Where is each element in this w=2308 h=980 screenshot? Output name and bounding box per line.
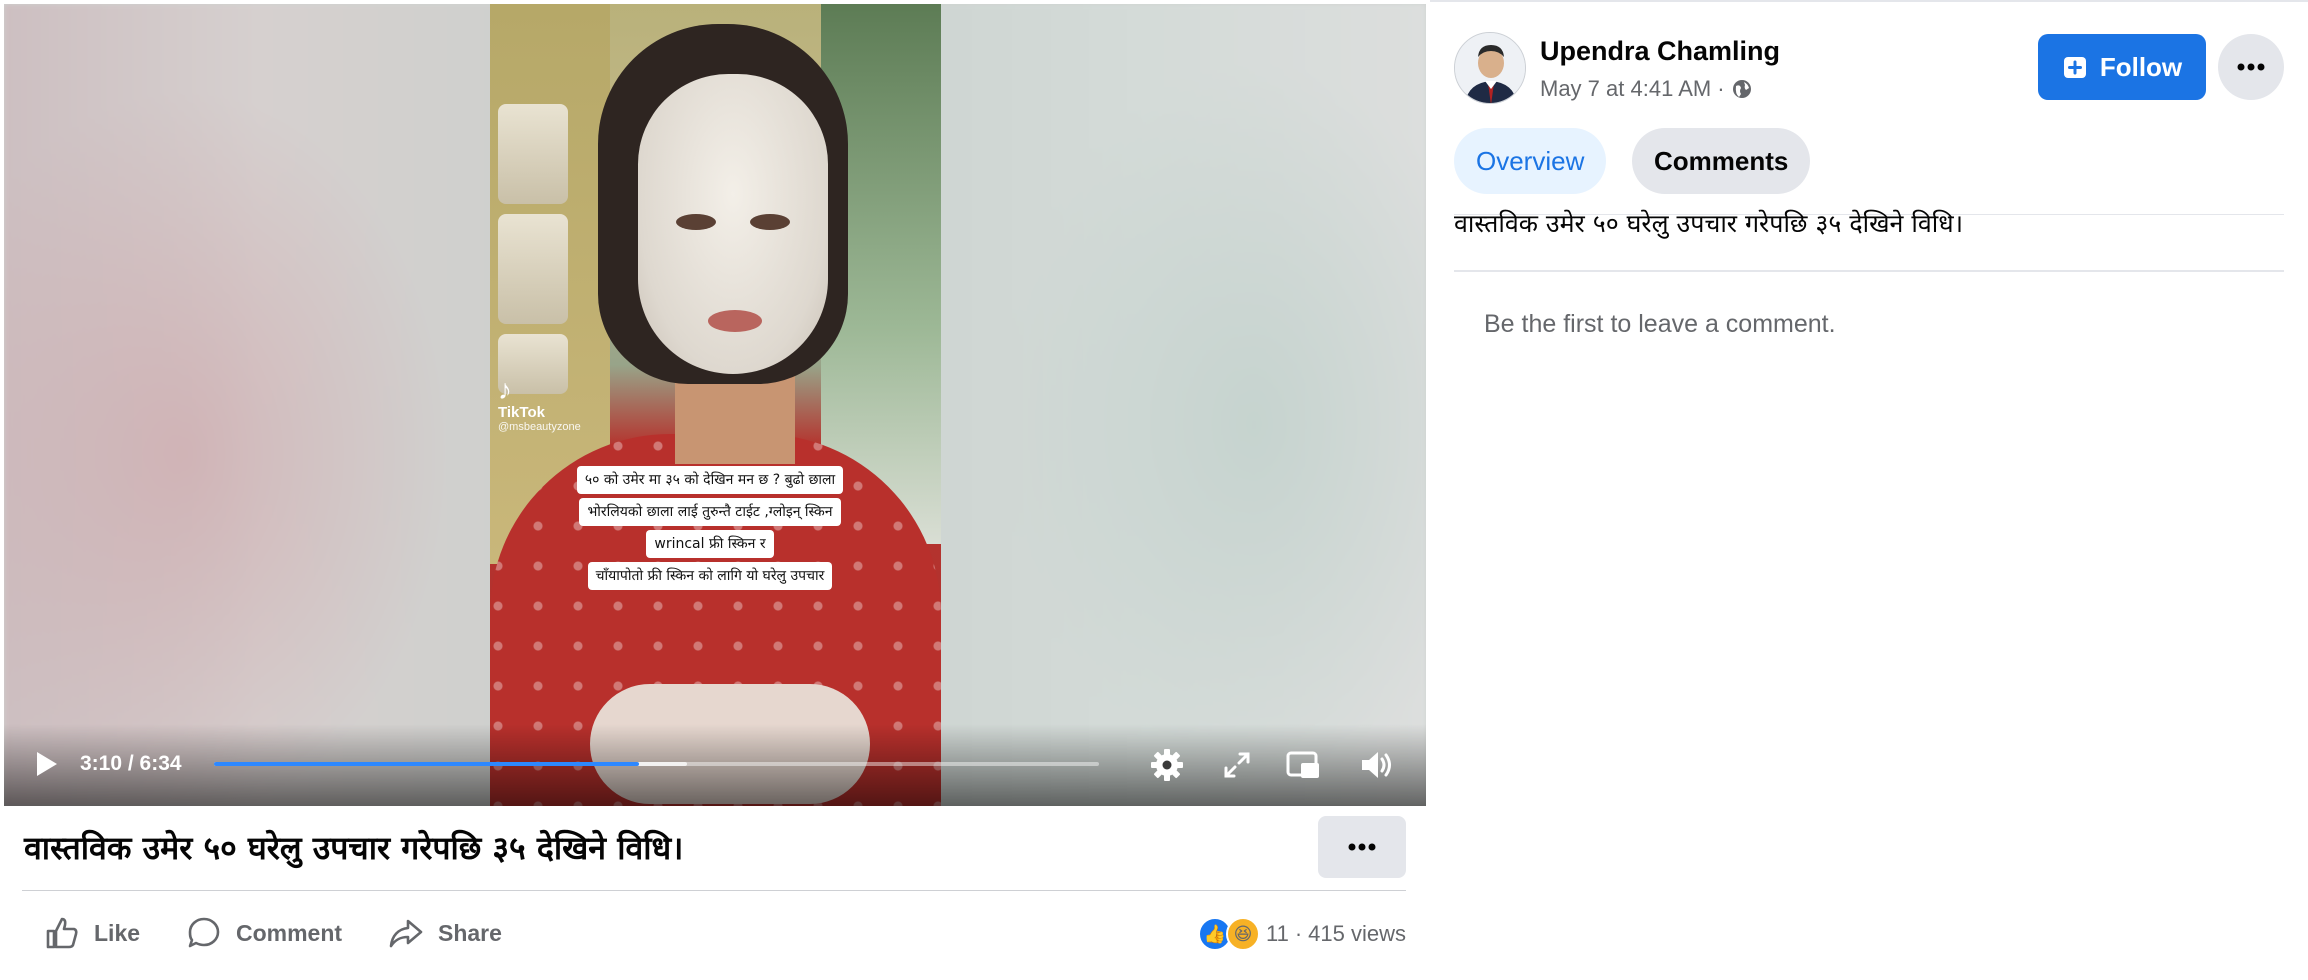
avatar-image <box>1455 33 1525 103</box>
video-scene-mouth <box>708 310 762 332</box>
video-player[interactable]: ♪ TikTok @msbeautyzone ५० को उमेर मा ३५ … <box>4 4 1426 806</box>
tab-overview[interactable]: Overview <box>1454 128 1607 194</box>
tab-overview-label: Overview <box>1476 145 1585 176</box>
comment-label: Comment <box>236 919 343 946</box>
play-icon <box>37 752 57 776</box>
author-name[interactable]: Upendra Chamling <box>1540 36 1780 67</box>
post-action-bar: Like Comment Share 👍 😆 11 · 415 views <box>22 900 1406 966</box>
video-scene-jar <box>498 104 568 204</box>
share-label: Share <box>438 919 502 946</box>
video-scene-jar <box>498 214 568 324</box>
like-label: Like <box>94 919 141 946</box>
like-icon <box>46 917 78 949</box>
tiktok-icon: ♪ <box>498 374 512 405</box>
video-caption-line: भोरलियको छाला लाई तुरुन्तै टाईट ,ग्लोइन्… <box>579 498 841 526</box>
post-divider <box>22 890 1406 891</box>
follow-button[interactable]: Follow <box>2038 34 2206 100</box>
more-icon <box>2237 63 2265 71</box>
comments-divider <box>1454 270 2284 272</box>
stats-separator: · <box>1294 921 1303 946</box>
video-title: वास्तविक उमेर ५० घरेलु उपचार गरेपछि ३५ द… <box>24 829 684 867</box>
post-timestamp[interactable]: May 7 at 4:41 AM <box>1540 76 1711 102</box>
post-meta: May 7 at 4:41 AM · <box>1540 76 1753 102</box>
post-more-button[interactable] <box>1318 816 1406 878</box>
video-caption-line: ५० को उमेर मा ३५ को देखिन मन छ ? बुढो छा… <box>576 466 844 494</box>
post-side-panel: Upendra Chamling May 7 at 4:41 AM · Foll… <box>1430 0 2308 980</box>
like-button[interactable]: Like <box>44 900 140 966</box>
tiktok-handle: @msbeautyzone <box>498 421 581 433</box>
fullscreen-button[interactable] <box>1218 746 1256 784</box>
video-progress-bar[interactable] <box>214 762 1099 766</box>
meta-separator: · <box>1717 76 1725 101</box>
miniplayer-button[interactable] <box>1284 746 1322 784</box>
view-count: 415 views <box>1308 921 1406 946</box>
comment-icon <box>188 917 220 948</box>
reactions-summary[interactable]: 👍 😆 11 · 415 views <box>1197 914 1406 954</box>
video-caption-line: चाँयापोतो फ्री स्किन को लागि यो घरेलु उप… <box>587 562 833 590</box>
haha-reaction-icon: 😆 <box>1225 917 1260 951</box>
settings-icon <box>1151 749 1183 781</box>
video-time-display: 3:10 / 6:34 <box>80 752 182 775</box>
video-frame-content: ♪ TikTok @msbeautyzone ५० को उमेर मा ३५ … <box>490 4 941 806</box>
settings-button[interactable] <box>1148 746 1186 784</box>
video-controls-bar: 3:10 / 6:34 <box>4 724 1426 806</box>
post-description: वास्तविक उमेर ५० घरेलु उपचार गरेपछि ३५ द… <box>1454 209 1964 238</box>
fullscreen-icon <box>1224 752 1250 778</box>
miniplayer-icon <box>1286 751 1319 778</box>
volume-button[interactable] <box>1358 746 1396 784</box>
tab-comments-label: Comments <box>1654 145 1789 176</box>
video-progress-played <box>214 762 639 766</box>
post-title-row: वास्तविक उमेर ५० घरेलु उपचार गरेपछि ३५ द… <box>22 808 1406 890</box>
play-button[interactable] <box>30 748 62 780</box>
video-caption-overlay: ५० को उमेर मा ३५ को देखिन मन छ ? बुढो छा… <box>540 466 880 590</box>
comment-button[interactable]: Comment <box>186 900 342 966</box>
video-scene-eye <box>676 214 716 230</box>
video-caption-line: wrincal फ्री स्किन र <box>646 530 774 558</box>
volume-icon <box>1362 752 1391 778</box>
reaction-count: 11 <box>1265 921 1289 946</box>
share-icon <box>389 919 423 948</box>
avatar[interactable] <box>1454 32 1526 104</box>
video-column: ♪ TikTok @msbeautyzone ५० को उमेर मा ३५ … <box>0 0 1430 980</box>
tiktok-watermark: ♪ TikTok @msbeautyzone <box>498 374 581 434</box>
video-scene-face <box>638 74 828 374</box>
tiktok-label: TikTok <box>498 404 545 421</box>
video-scene-eye <box>750 214 790 230</box>
share-button[interactable]: Share <box>388 900 502 966</box>
follow-label: Follow <box>2099 51 2183 82</box>
side-more-button[interactable] <box>2218 34 2284 100</box>
tab-comments[interactable]: Comments <box>1632 128 1811 194</box>
follow-icon <box>2063 57 2086 78</box>
empty-comments-message: Be the first to leave a comment. <box>1484 310 1836 338</box>
globe-icon <box>1732 80 1751 98</box>
more-icon <box>1348 843 1376 851</box>
